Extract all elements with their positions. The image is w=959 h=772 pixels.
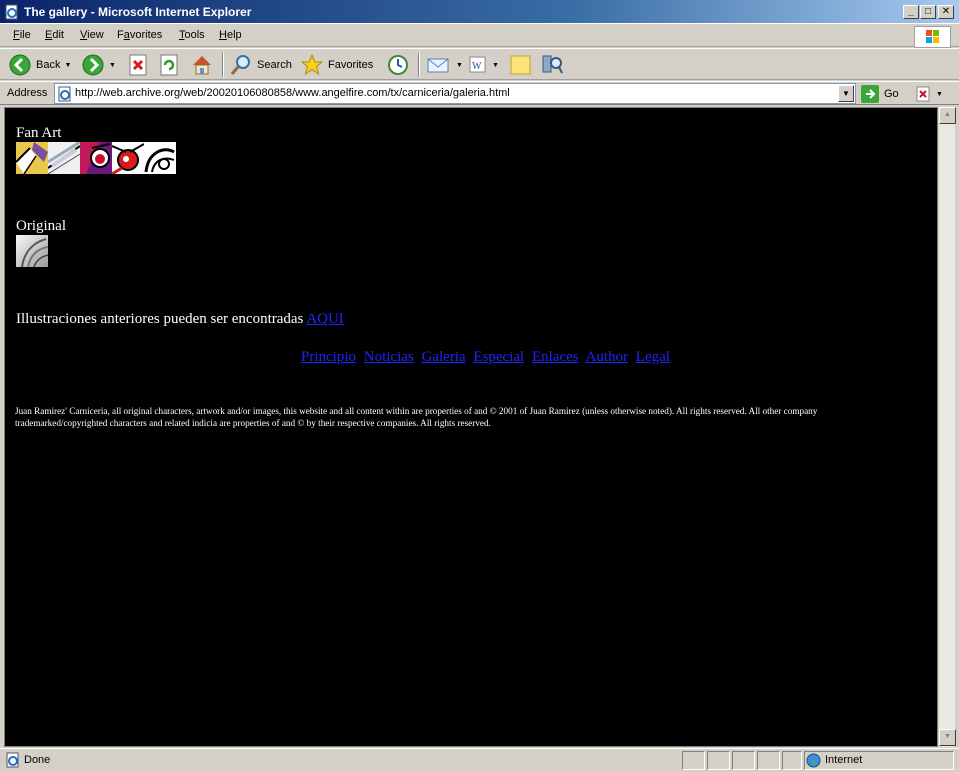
edit-dropdown-icon[interactable]: ▼ <box>492 62 499 69</box>
status-panel-4 <box>757 751 780 770</box>
aqui-link[interactable]: AQUI <box>306 311 344 327</box>
favorites-label: Favorites <box>328 59 374 71</box>
page-viewport: Fan Art Original Illustraciones anterior… <box>4 107 938 747</box>
links-button[interactable]: ▼ <box>916 85 954 103</box>
nav-enlaces-link[interactable]: Enlaces <box>532 349 579 365</box>
globe-icon <box>806 753 821 768</box>
research-button[interactable] <box>540 52 564 78</box>
fan-art-thumbnail-2[interactable] <box>48 142 80 174</box>
go-arrow-icon <box>861 85 879 103</box>
favorites-star-icon <box>300 53 324 76</box>
scroll-up-button[interactable]: ▲ <box>939 107 956 124</box>
fan-art-thumbnail-1[interactable] <box>16 142 48 174</box>
status-bar: Done Internet <box>0 748 959 772</box>
copyright-footer: Juan Ramirez' Carniceria, all original c… <box>15 406 818 428</box>
mail-button[interactable]: ▼ <box>426 52 463 78</box>
search-icon <box>230 55 250 75</box>
title-bar: The gallery - Microsoft Internet Explore… <box>0 0 959 24</box>
fan-art-thumbnail-4[interactable] <box>112 142 144 174</box>
back-icon <box>9 54 31 76</box>
go-label: Go <box>884 88 899 100</box>
nav-noticias-link[interactable]: Noticias <box>364 349 414 365</box>
nav-especial-link[interactable]: Especial <box>473 349 524 365</box>
go-button[interactable]: Go <box>861 84 899 104</box>
mail-dropdown-icon[interactable]: ▼ <box>456 62 463 69</box>
original-thumbnail[interactable] <box>16 235 48 267</box>
close-button[interactable]: ✕ <box>938 5 954 19</box>
refresh-icon <box>160 54 178 76</box>
zone-label: Internet <box>825 754 863 766</box>
site-navigation: Principio Noticias Galeria Especial Enla… <box>301 349 674 366</box>
address-bar: Address http://web.archive.org/web/20020… <box>0 81 959 105</box>
menu-favorites[interactable]: Favorites <box>117 29 162 41</box>
earlier-illustrations-text: Illustraciones anteriores pueden ser enc… <box>16 311 344 328</box>
fan-art-label: Fan Art <box>16 125 62 141</box>
svg-text:W: W <box>472 61 482 72</box>
fan-art-thumbnail-3[interactable] <box>80 142 112 174</box>
original-label: Original <box>16 218 66 234</box>
address-label: Address <box>7 87 48 99</box>
search-label: Search <box>257 59 292 71</box>
scroll-down-button[interactable]: ▼ <box>939 729 956 746</box>
forward-icon <box>82 54 104 76</box>
menu-help[interactable]: Help <box>219 29 242 41</box>
home-button[interactable] <box>190 52 214 78</box>
menu-tools[interactable]: Tools <box>179 29 205 41</box>
refresh-button[interactable] <box>159 52 181 78</box>
nav-galeria-link[interactable]: Galeria <box>422 349 466 365</box>
status-panel-2 <box>707 751 730 770</box>
minimize-button[interactable]: _ <box>903 5 919 19</box>
home-icon <box>193 56 211 75</box>
menu-edit[interactable]: Edit <box>45 29 64 41</box>
mail-icon <box>427 58 449 73</box>
forward-button[interactable]: ▼ <box>81 52 116 78</box>
status-panel-5 <box>782 751 802 770</box>
back-button[interactable]: Back ▼ <box>8 52 71 78</box>
window-title: The gallery - Microsoft Internet Explore… <box>24 5 252 19</box>
windows-logo <box>914 26 951 48</box>
status-panel-3 <box>732 751 755 770</box>
edit-word-icon: W <box>469 56 486 73</box>
menu-view[interactable]: View <box>80 29 104 41</box>
discuss-button[interactable] <box>509 52 533 78</box>
favorites-button[interactable]: Favorites <box>300 52 373 78</box>
stop-icon <box>129 54 147 76</box>
standard-toolbar: Back ▼ ▼ Search Favorites ▼ W ▼ <box>0 48 959 80</box>
address-input[interactable]: http://web.archive.org/web/2002010608085… <box>54 83 856 104</box>
address-dropdown-icon[interactable]: ▼ <box>838 85 854 102</box>
forward-dropdown-icon[interactable]: ▼ <box>109 62 116 69</box>
links-dropdown-icon: ▼ <box>936 90 943 98</box>
menu-bar: File Edit View Favorites Tools Help <box>0 24 959 47</box>
ie-page-icon <box>58 86 71 102</box>
notes-icon <box>510 55 531 75</box>
nav-principio-link[interactable]: Principio <box>301 349 356 365</box>
back-label: Back <box>36 59 61 71</box>
stop-button[interactable] <box>128 52 150 78</box>
earlier-text: Illustraciones anteriores pueden ser enc… <box>16 311 307 327</box>
maximize-button[interactable]: □ <box>920 5 936 19</box>
acrobat-icon <box>916 86 930 102</box>
address-url: http://web.archive.org/web/2002010608085… <box>75 87 510 99</box>
nav-legal-link[interactable]: Legal <box>636 349 670 365</box>
research-icon <box>542 55 563 74</box>
ie-page-icon <box>5 4 18 20</box>
search-button[interactable]: Search <box>229 52 292 78</box>
history-icon <box>388 55 408 75</box>
fan-art-thumbnail-5[interactable] <box>144 142 176 174</box>
nav-author-link[interactable]: Author <box>586 349 629 365</box>
edit-button[interactable]: W ▼ <box>468 52 499 78</box>
history-button[interactable] <box>386 52 410 78</box>
vertical-scrollbar[interactable]: ▲ ▼ <box>938 107 956 747</box>
status-panel-1 <box>682 751 705 770</box>
back-dropdown-icon[interactable]: ▼ <box>64 62 71 69</box>
menu-file[interactable]: File <box>13 29 31 41</box>
